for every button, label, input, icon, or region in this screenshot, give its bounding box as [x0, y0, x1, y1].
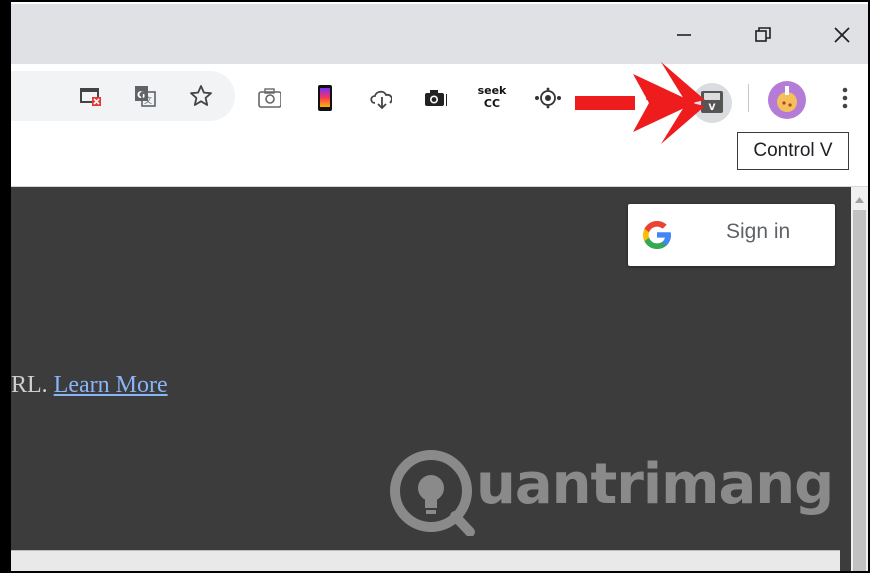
title-bar	[11, 4, 868, 64]
star-icon[interactable]	[189, 84, 213, 108]
phone-gradient-icon[interactable]	[313, 85, 337, 111]
browser-window: G文 seek CC V Control V Sign in RL. Learn…	[0, 0, 870, 573]
seek-cc-icon[interactable]: seek CC	[477, 82, 507, 112]
menu-dots-icon[interactable]	[833, 86, 857, 110]
camera-icon[interactable]	[423, 86, 447, 110]
seek-label: seek	[478, 84, 507, 97]
toolbar-divider	[748, 84, 749, 112]
watermark-text: uantrimang	[476, 452, 834, 517]
scrollbar-thumb[interactable]	[853, 210, 866, 571]
red-arrow-annotation	[575, 62, 705, 144]
camera-outline-icon[interactable]	[257, 86, 281, 110]
profile-avatar[interactable]	[767, 80, 807, 120]
close-icon[interactable]	[822, 16, 862, 54]
scroll-up-icon[interactable]	[851, 191, 868, 211]
extension-tooltip: Control V	[737, 132, 849, 170]
quantrimang-watermark: uantrimang	[388, 446, 834, 536]
signin-button[interactable]: Sign in	[628, 204, 835, 266]
left-border	[0, 2, 11, 571]
lightbulb-logo-icon	[390, 450, 475, 536]
tab-manager-icon[interactable]	[79, 84, 103, 108]
minimize-icon[interactable]	[664, 16, 704, 54]
learn-more-line: RL. Learn More	[11, 372, 168, 399]
address-bar[interactable]: G文	[11, 71, 235, 121]
learn-more-link[interactable]: Learn More	[54, 372, 168, 398]
cloud-download-icon[interactable]	[368, 86, 392, 110]
restore-icon[interactable]	[743, 16, 783, 54]
partial-text: RL.	[11, 372, 54, 398]
google-g-icon	[643, 221, 671, 249]
page-input-box[interactable]	[11, 550, 840, 571]
cc-label: CC	[484, 97, 500, 110]
signin-label: Sign in	[726, 220, 791, 243]
translate-icon[interactable]: G文	[133, 84, 157, 108]
eye-dots-icon[interactable]	[533, 86, 563, 110]
browser-toolbar: G文 seek CC V	[11, 64, 868, 132]
svg-text:文: 文	[144, 95, 152, 105]
